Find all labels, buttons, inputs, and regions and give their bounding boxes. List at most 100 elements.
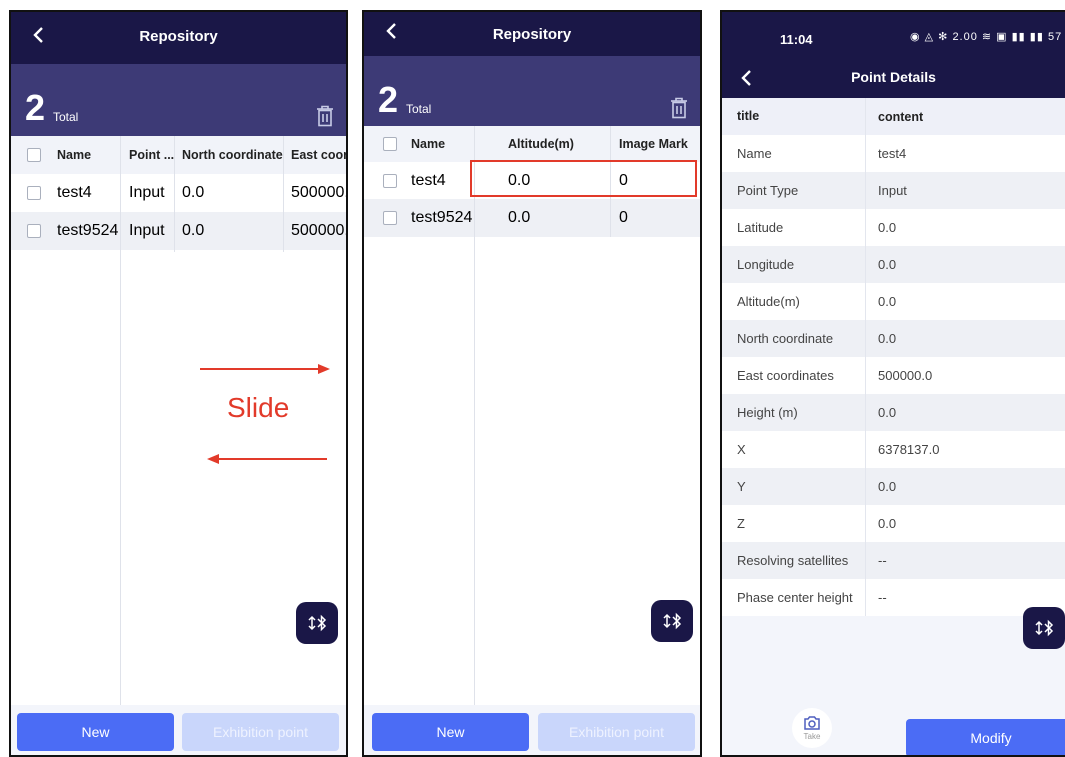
page-title: Repository — [139, 28, 218, 45]
detail-value: 0.0 — [878, 479, 897, 494]
take-photo-button[interactable]: Take — [792, 708, 832, 748]
exhibition-point-button[interactable]: Exhibition point — [538, 713, 695, 751]
column-divider — [474, 126, 475, 706]
total-bar: 2 Total — [364, 56, 700, 128]
page-title: Point Details — [851, 69, 936, 85]
detail-value: 6378137.0 — [878, 442, 940, 457]
arrow-left-icon — [207, 454, 327, 464]
trash-icon[interactable] — [668, 96, 690, 120]
detail-value: -- — [878, 553, 887, 568]
detail-value: 0.0 — [878, 516, 897, 531]
slide-annotation: Slide — [227, 392, 290, 423]
column-header-name[interactable]: Name — [411, 126, 445, 162]
detail-value: 0.0 — [878, 405, 897, 420]
detail-value: test4 — [878, 146, 907, 161]
column-header-point-type[interactable]: Point ... — [129, 136, 174, 174]
detail-row: Height (m) 0.0 — [722, 394, 1065, 431]
column-header-altitude[interactable]: Altitude(m) — [508, 126, 574, 162]
detail-value: 0.0 — [878, 331, 897, 346]
select-all-checkbox[interactable] — [27, 148, 41, 162]
point-details-screen: 11:04 ◉ ◬ ✻ 2.00 ≋ ▣ ▮▮ ▮▮ 57 Point Deta… — [720, 10, 1065, 757]
details-header-row: title content — [722, 98, 1065, 135]
detail-key: Z — [737, 516, 745, 531]
cell-north: 0.0 — [182, 184, 205, 201]
repository-screen-scrolled: Repository 2 Total Name Altitude(m) Imag… — [362, 10, 702, 757]
detail-row: East coordinates 500000.0 — [722, 357, 1065, 394]
total-label: Total — [53, 110, 79, 124]
cell-point-type: Input — [129, 184, 165, 201]
detail-key: Y — [737, 479, 746, 494]
table-row[interactable]: test9524 Input 0.0 500000.0 — [11, 212, 346, 250]
arrow-right-icon — [200, 364, 330, 374]
row-checkbox[interactable] — [383, 173, 397, 188]
detail-value: 0.0 — [878, 220, 897, 235]
detail-value: 500000.0 — [878, 368, 933, 383]
cell-image-mark: 0 — [619, 209, 628, 226]
exhibition-point-button[interactable]: Exhibition point — [182, 713, 339, 751]
total-count: 2 — [25, 87, 46, 128]
camera-icon — [804, 716, 820, 730]
app-header: Repository — [364, 12, 700, 56]
detail-row: Phase center height -- — [722, 579, 1065, 616]
detail-key: Resolving satellites — [737, 553, 849, 568]
bluetooth-transfer-button[interactable] — [296, 602, 338, 644]
detail-key: Latitude — [737, 220, 784, 235]
detail-key: Point Type — [737, 183, 799, 198]
bluetooth-transfer-button[interactable] — [651, 600, 693, 642]
detail-row: Z 0.0 — [722, 505, 1065, 542]
bluetooth-transfer-button[interactable] — [1023, 607, 1065, 649]
screenshot-stage: Repository 2 Total Name Point ... North … — [0, 0, 1065, 757]
detail-row: Longitude 0.0 — [722, 246, 1065, 283]
total-count: 2 — [378, 79, 399, 120]
cell-point-type: Input — [129, 222, 165, 239]
column-divider — [865, 98, 866, 616]
detail-key: X — [737, 442, 746, 457]
detail-row: Altitude(m) 0.0 — [722, 283, 1065, 320]
column-divider — [174, 136, 175, 252]
detail-value: Input — [878, 183, 907, 198]
detail-row: Point Type Input — [722, 172, 1065, 209]
status-bar: 11:04 ◉ ◬ ✻ 2.00 ≋ ▣ ▮▮ ▮▮ 57 — [722, 12, 1065, 58]
bottom-action-bar: New Exhibition point — [11, 705, 346, 755]
take-label: Take — [803, 732, 821, 741]
row-checkbox[interactable] — [27, 186, 41, 200]
trash-icon[interactable] — [314, 104, 336, 128]
table-row[interactable]: test9524 0.0 0 — [364, 199, 700, 237]
detail-value: 0.0 — [878, 294, 897, 309]
column-header-east[interactable]: East coord — [291, 136, 346, 174]
status-time: 11:04 — [780, 32, 813, 47]
table-header: Name Altitude(m) Image Mark — [364, 126, 700, 162]
cell-name: test9524 — [57, 222, 119, 239]
detail-row: Y 0.0 — [722, 468, 1065, 505]
bluetooth-transfer-icon — [663, 612, 682, 630]
details-header-value: content — [878, 109, 924, 124]
bluetooth-transfer-icon — [1035, 619, 1054, 637]
new-button[interactable]: New — [17, 713, 174, 751]
select-all-checkbox[interactable] — [383, 137, 397, 151]
new-button[interactable]: New — [372, 713, 529, 751]
highlight-box — [470, 160, 697, 197]
column-header-north[interactable]: North coordinate — [182, 136, 283, 174]
cell-altitude: 0.0 — [508, 209, 531, 226]
cell-name: test9524 — [411, 209, 473, 226]
table-header: Name Point ... North coordinate East coo… — [11, 136, 346, 174]
cell-name: test4 — [57, 184, 92, 201]
row-checkbox[interactable] — [27, 224, 41, 238]
table-row[interactable]: test4 Input 0.0 500000.0 — [11, 174, 346, 212]
detail-row: Latitude 0.0 — [722, 209, 1065, 246]
detail-row: North coordinate 0.0 — [722, 320, 1065, 357]
bottom-action-bar: New Exhibition point — [364, 705, 700, 755]
detail-row: Resolving satellites -- — [722, 542, 1065, 579]
detail-key: Longitude — [737, 257, 795, 272]
detail-key: Height (m) — [737, 405, 798, 420]
details-header-key: title — [737, 109, 760, 123]
bluetooth-transfer-icon — [308, 614, 327, 632]
detail-value: 0.0 — [878, 257, 897, 272]
column-header-image-mark[interactable]: Image Mark — [619, 126, 688, 162]
column-header-name[interactable]: Name — [57, 136, 91, 174]
detail-row: Name test4 — [722, 135, 1065, 172]
detail-row: X 6378137.0 — [722, 431, 1065, 468]
modify-button[interactable]: Modify — [906, 719, 1065, 755]
row-checkbox[interactable] — [383, 211, 397, 225]
cell-name: test4 — [411, 171, 446, 189]
